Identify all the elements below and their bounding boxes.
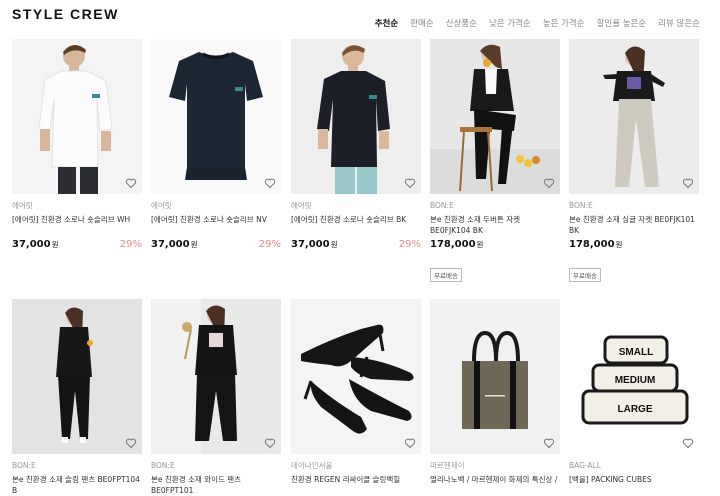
wishlist-heart-icon[interactable] [543, 437, 555, 449]
wishlist-heart-icon[interactable] [543, 177, 555, 189]
price-value: 178,000 [430, 239, 476, 250]
product-brand: 데이나인서울 [291, 461, 333, 470]
product-card[interactable]: 에어릿 [에어릿] 친환경 소로나 숏슬리브 BK 37,000원 29% [291, 39, 421, 250]
product-brand: BAG-ALL [569, 461, 601, 470]
product-card[interactable]: BON:E 본e 친환경 소재 와이드 팬츠 BE0FPT101 [151, 299, 281, 496]
product-price: 37,000원 [151, 239, 198, 250]
store-logo[interactable]: STYLE CREW [12, 6, 119, 22]
price-value: 37,000 [151, 239, 190, 250]
product-brand: BON:E [569, 201, 593, 210]
product-price: 37,000원 [291, 239, 338, 250]
discount-rate: 29% [398, 239, 421, 250]
discount-rate: 29% [119, 239, 142, 250]
product-name[interactable]: 친환경 REGEN 리싸이클 슬링백힐 [291, 474, 421, 496]
product-name[interactable]: 멀리나노백 / 마르헨제이 화제의 특신상 / [430, 474, 560, 496]
product-card[interactable]: 에어릿 [에어릿] 친환경 소로나 숏슬리브 NV 37,000원 29% [151, 39, 281, 250]
product-card[interactable]: 데이나인서울 친환경 REGEN 리싸이클 슬링백힐 [291, 299, 421, 496]
product-image[interactable]: SMALL MEDIUM LARGE [569, 299, 699, 454]
sort-tab-sales[interactable]: 판매순 [410, 17, 433, 29]
product-card[interactable]: BON:E 본e 친환경 소재 싱글 자켓 BE0FJK101 BK 178,0… [569, 39, 699, 282]
wishlist-heart-icon[interactable] [125, 437, 137, 449]
product-image[interactable] [151, 39, 281, 194]
product-price: 37,000원 [12, 239, 59, 250]
bag-label-small: SMALL [619, 347, 653, 358]
product-image[interactable] [12, 299, 142, 454]
product-name[interactable]: [에어릿] 친환경 소로나 숏슬리브 NV [151, 214, 281, 236]
product-price: 178,000원 [430, 239, 483, 250]
product-brand: BON:E [151, 461, 175, 470]
sort-tab-recommended[interactable]: 추천순 [375, 17, 398, 29]
sort-tab-reviews[interactable]: 리뷰 많은순 [658, 17, 700, 29]
product-name[interactable]: [백올] PACKING CUBES [569, 474, 699, 496]
product-card[interactable]: BON:E 본e 친환경 소재 슬림 팬츠 BE0FPT104 B [12, 299, 142, 496]
product-brand: 에어릿 [151, 201, 172, 210]
wishlist-heart-icon[interactable] [264, 177, 276, 189]
wishlist-heart-icon[interactable] [404, 437, 416, 449]
price-value: 37,000 [12, 239, 51, 250]
wishlist-heart-icon[interactable] [264, 437, 276, 449]
product-brand: 마르헨제이 [430, 461, 465, 470]
currency-unit: 원 [51, 240, 59, 249]
product-price: 178,000원 [569, 239, 622, 250]
currency-unit: 원 [190, 240, 198, 249]
product-image[interactable] [430, 39, 560, 194]
product-card[interactable]: BON:E 본e 친환경 소재 두버튼 자켓 BE0FJK104 BK 178,… [430, 39, 560, 282]
product-name[interactable]: [에어릿] 친환경 소로나 숏슬리브 BK [291, 214, 421, 236]
product-card[interactable]: 마르헨제이 멀리나노백 / 마르헨제이 화제의 특신상 / [430, 299, 560, 496]
product-name[interactable]: [에어릿] 친환경 소로나 숏슬리브 WH [12, 214, 142, 236]
sort-tabs: 추천순 판매순 신상품순 낮은 가격순 높은 가격순 할인율 높은순 리뷰 많은… [375, 17, 700, 29]
wishlist-heart-icon[interactable] [404, 177, 416, 189]
product-image[interactable] [151, 299, 281, 454]
currency-unit: 원 [330, 240, 338, 249]
price-value: 178,000 [569, 239, 615, 250]
bag-label-medium: MEDIUM [615, 375, 656, 386]
sort-tab-high-price[interactable]: 높은 가격순 [543, 17, 585, 29]
product-brand: BON:E [430, 201, 454, 210]
wishlist-heart-icon[interactable] [682, 177, 694, 189]
sort-tab-newest[interactable]: 신상품순 [446, 17, 477, 29]
product-brand: 에어릿 [12, 201, 33, 210]
sort-tab-discount[interactable]: 할인율 높은순 [597, 17, 647, 29]
product-card[interactable]: 에어릿 [에어릿] 친환경 소로나 숏슬리브 WH 37,000원 29% [12, 39, 142, 250]
discount-rate: 29% [258, 239, 281, 250]
product-image[interactable] [430, 299, 560, 454]
product-brand: 에어릿 [291, 201, 312, 210]
wishlist-heart-icon[interactable] [682, 437, 694, 449]
free-shipping-badge: 무료배송 [569, 268, 601, 282]
bag-label-large: LARGE [618, 404, 653, 415]
sort-tab-low-price[interactable]: 낮은 가격순 [489, 17, 531, 29]
currency-unit: 원 [615, 240, 623, 249]
product-name[interactable]: 본e 친환경 소재 와이드 팬츠 BE0FPT101 [151, 474, 281, 496]
product-image[interactable] [291, 299, 421, 454]
product-name[interactable]: 본e 친환경 소재 싱글 자켓 BE0FJK101 BK [569, 214, 699, 236]
product-image[interactable] [569, 39, 699, 194]
free-shipping-badge: 무료배송 [430, 268, 462, 282]
product-brand: BON:E [12, 461, 36, 470]
product-name[interactable]: 본e 친환경 소재 슬림 팬츠 BE0FPT104 B [12, 474, 142, 496]
product-image[interactable] [291, 39, 421, 194]
wishlist-heart-icon[interactable] [125, 177, 137, 189]
price-value: 37,000 [291, 239, 330, 250]
product-image[interactable] [12, 39, 142, 194]
product-name[interactable]: 본e 친환경 소재 두버튼 자켓 BE0FJK104 BK [430, 214, 560, 236]
product-card[interactable]: SMALL MEDIUM LARGE BAG-ALL [백올] PACKING … [569, 299, 699, 496]
currency-unit: 원 [476, 240, 484, 249]
